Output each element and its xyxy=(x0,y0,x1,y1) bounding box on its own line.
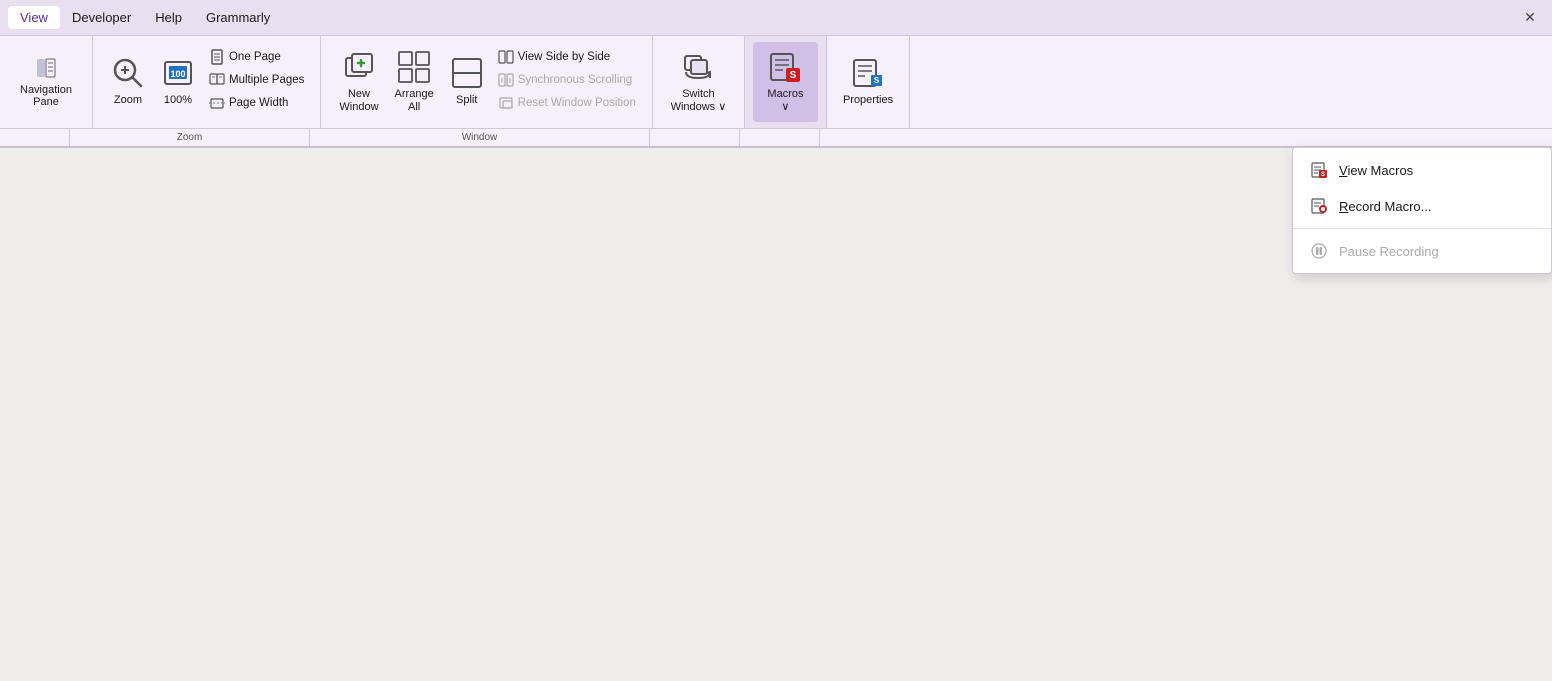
split-button[interactable]: Split xyxy=(442,42,492,122)
switch-windows-label: SwitchWindows ∨ xyxy=(671,88,727,114)
properties-icon: S xyxy=(851,56,885,90)
pagewidth-icon xyxy=(209,95,225,111)
ribbon: NavigationPane Zoom xyxy=(0,36,1552,148)
pauserecording-icon xyxy=(1309,241,1329,261)
dropdown-item-view-macros[interactable]: S View Macros xyxy=(1293,152,1551,188)
macros-dropdown-menu: S View Macros Record Macro... xyxy=(1292,147,1552,274)
menu-bar: View Developer Help Grammarly ✕ xyxy=(0,0,1552,36)
newwindow-icon xyxy=(342,50,376,84)
switch-windows-button[interactable]: SwitchWindows ∨ xyxy=(661,42,736,122)
group-labels-row: Zoom Window xyxy=(0,128,1552,146)
nav-pane-section: NavigationPane xyxy=(0,36,93,128)
macros-button[interactable]: S Macros∨ xyxy=(753,42,818,122)
multiple-pages-button[interactable]: Multiple Pages xyxy=(203,69,310,91)
view-side-by-side-button[interactable]: View Side by Side xyxy=(492,46,642,68)
zoom100-button-label: 100% xyxy=(164,94,192,107)
split-icon xyxy=(450,56,484,90)
dropdown-item-pause-recording[interactable]: Pause Recording xyxy=(1293,233,1551,269)
view-side-by-side-label: View Side by Side xyxy=(518,51,610,63)
resetwindow-icon xyxy=(498,95,514,111)
multiple-pages-label: Multiple Pages xyxy=(229,74,304,86)
dropdown-divider xyxy=(1293,228,1551,229)
record-macro-label: Record Macro... xyxy=(1339,199,1431,214)
syncscroll-icon xyxy=(498,72,514,88)
window-small-buttons: View Side by Side Synchronous Scrolling xyxy=(492,46,642,114)
svg-text:S: S xyxy=(874,76,880,85)
menu-item-view[interactable]: View xyxy=(8,6,60,29)
macros-button-label: Macros∨ xyxy=(767,88,803,114)
group-label-nav xyxy=(0,129,70,146)
menu-item-grammarly[interactable]: Grammarly xyxy=(194,6,282,29)
page-width-button[interactable]: Page Width xyxy=(203,92,310,114)
group-label-properties xyxy=(820,129,900,146)
menu-item-developer[interactable]: Developer xyxy=(60,6,143,29)
arrange-all-button[interactable]: ArrangeAll xyxy=(387,42,442,122)
one-page-label: One Page xyxy=(229,51,281,63)
one-page-button[interactable]: One Page xyxy=(203,46,310,68)
pause-recording-label: Pause Recording xyxy=(1339,244,1439,259)
svg-text:S: S xyxy=(790,70,797,81)
switch-windows-section: SwitchWindows ∨ xyxy=(653,36,745,128)
nav-pane-button[interactable]: NavigationPane xyxy=(14,53,78,112)
macros-section: S Macros∨ xyxy=(745,36,827,128)
zoom-icon xyxy=(111,56,145,90)
menu-item-help[interactable]: Help xyxy=(143,6,194,29)
svg-text:S: S xyxy=(1321,172,1325,178)
zoom-button[interactable]: Zoom xyxy=(103,42,153,122)
recordmacro-icon xyxy=(1309,196,1329,216)
group-label-window: Window xyxy=(310,129,650,146)
arrange-all-label: ArrangeAll xyxy=(395,88,434,114)
zoom100-icon: 100 xyxy=(161,56,195,90)
svg-text:100: 100 xyxy=(170,69,185,79)
onepage-icon xyxy=(209,49,225,65)
macros-icon: S xyxy=(768,50,802,84)
properties-button[interactable]: S Properties xyxy=(835,42,901,122)
arrangeall-icon xyxy=(397,50,431,84)
zoom-group: Zoom 100 100% xyxy=(93,36,321,128)
page-width-label: Page Width xyxy=(229,97,288,109)
multipages-icon xyxy=(209,72,225,88)
sync-scrolling-button[interactable]: Synchronous Scrolling xyxy=(492,69,642,91)
new-window-button[interactable]: NewWindow xyxy=(331,42,386,122)
sidebyside-icon xyxy=(498,49,514,65)
navpane-icon xyxy=(35,57,57,79)
viewmacros-icon: S xyxy=(1309,160,1329,180)
reset-window-label: Reset Window Position xyxy=(518,97,636,109)
properties-section: S Properties xyxy=(827,36,910,128)
dropdown-item-record-macro[interactable]: Record Macro... xyxy=(1293,188,1551,224)
new-window-label: NewWindow xyxy=(339,88,378,114)
group-label-macros xyxy=(740,129,820,146)
split-label: Split xyxy=(456,94,477,107)
view-macros-label: View Macros xyxy=(1339,163,1413,178)
switchwindows-icon xyxy=(681,50,715,84)
window-group: NewWindow ArrangeAll xyxy=(321,36,653,128)
close-button[interactable]: ✕ xyxy=(1516,4,1544,32)
properties-label: Properties xyxy=(843,94,893,107)
reset-window-button[interactable]: Reset Window Position xyxy=(492,92,642,114)
group-label-switch xyxy=(650,129,740,146)
zoom-button-label: Zoom xyxy=(114,94,142,107)
sync-scrolling-label: Synchronous Scrolling xyxy=(518,74,632,86)
zoom-small-buttons: One Page Multiple Pages xyxy=(203,46,310,114)
zoom100-button[interactable]: 100 100% xyxy=(153,42,203,122)
ribbon-content: NavigationPane Zoom xyxy=(0,36,1552,128)
group-label-zoom: Zoom xyxy=(70,129,310,146)
nav-pane-label: NavigationPane xyxy=(20,84,72,108)
